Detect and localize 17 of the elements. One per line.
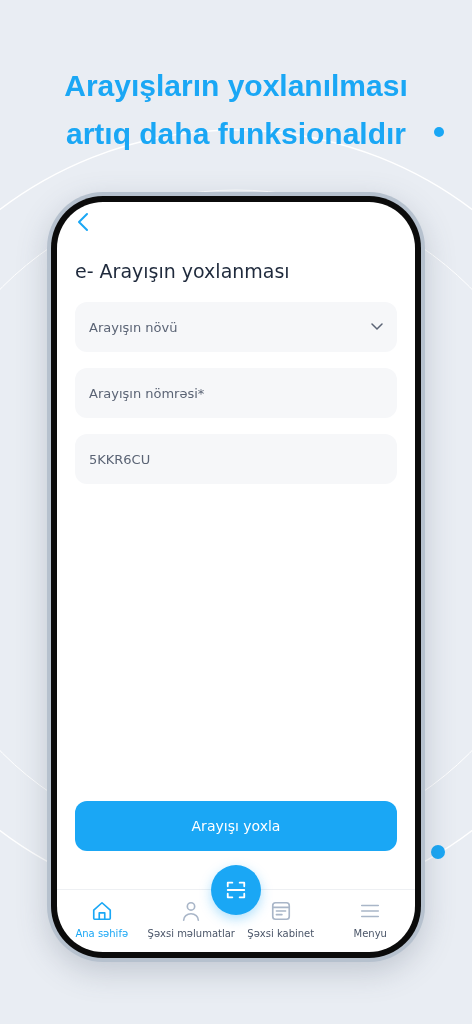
nav-tab[interactable]: Şəxsi məlumatlar [146, 900, 236, 939]
nav-tab[interactable]: Şəxsi kabinet [236, 900, 326, 939]
scan-button[interactable] [211, 865, 261, 915]
dot-decoration [434, 127, 444, 137]
input-field[interactable]: Arayışın nömrəsi* [75, 368, 397, 418]
input-field[interactable]: 5KKR6CU [75, 434, 397, 484]
nav-tab[interactable]: Menyu [325, 900, 415, 939]
dot-decoration [431, 845, 445, 859]
back-icon[interactable] [77, 212, 89, 232]
type-dropdown[interactable]: Arayışın növü [75, 302, 397, 352]
headline: artıq daha funksionaldır [65, 116, 406, 152]
scan-icon [225, 879, 247, 901]
headline: Arayışların yoxlanılması [64, 68, 408, 104]
screen-title: e- Arayışın yoxlanması [75, 260, 291, 282]
document-icon [269, 900, 292, 922]
chevron-down-icon [371, 323, 383, 331]
home-icon [90, 900, 113, 922]
